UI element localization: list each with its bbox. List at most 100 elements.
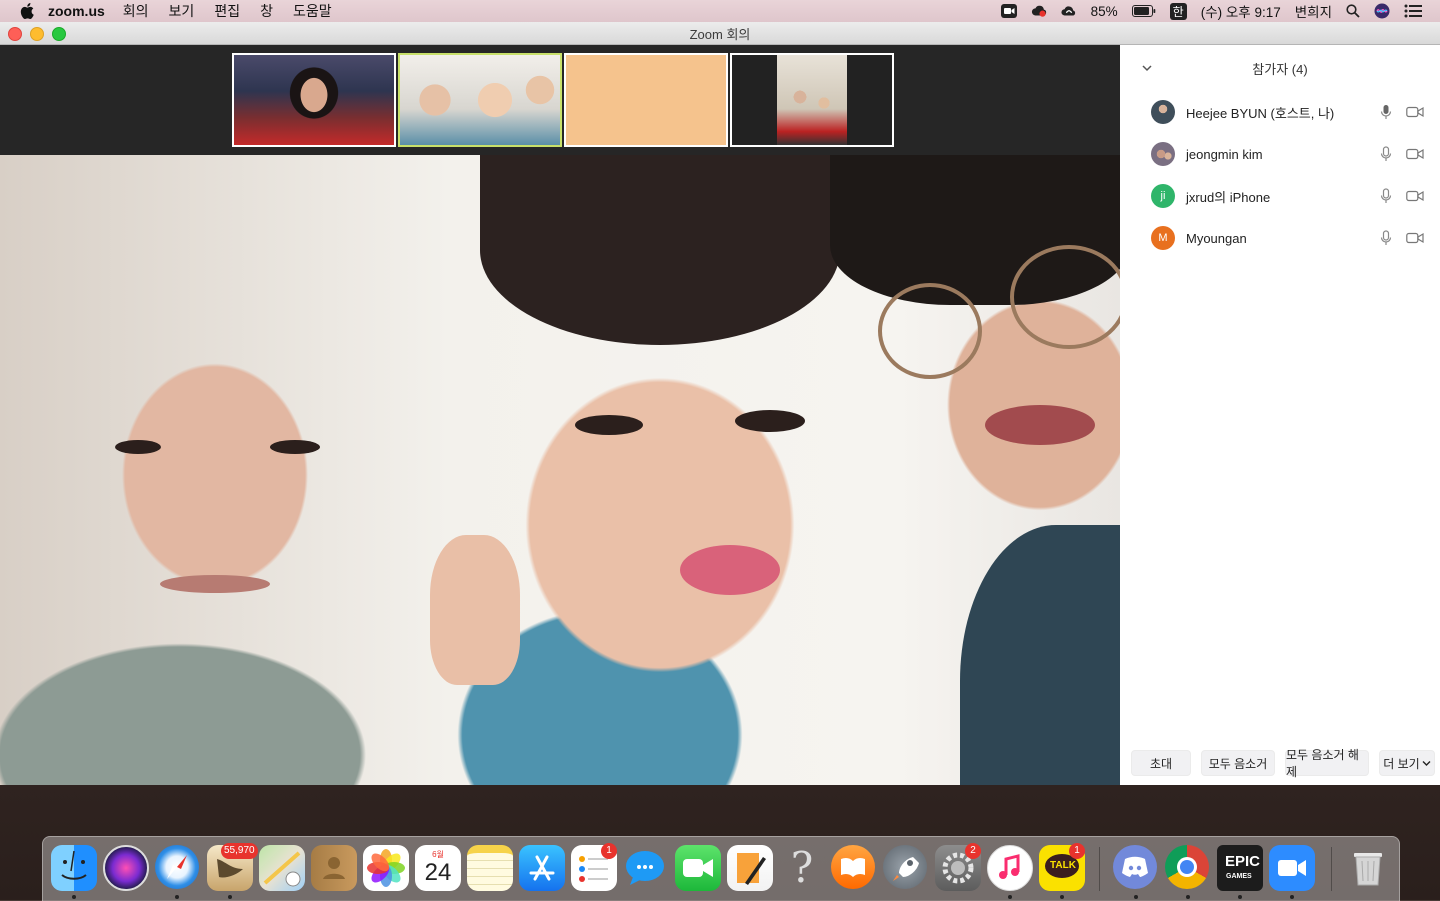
running-indicator <box>175 895 179 899</box>
help-icon[interactable]: ? <box>779 845 825 891</box>
menu-view[interactable]: 보기 <box>169 1 195 21</box>
participant-name: jeongmin kim <box>1186 146 1263 162</box>
participant-avatar <box>1151 100 1175 124</box>
participant-thumbnail-video[interactable] <box>730 53 894 147</box>
epic-label: EPIC <box>1225 853 1261 870</box>
close-window-button[interactable] <box>8 27 22 41</box>
zoom-icon[interactable] <box>1269 845 1315 891</box>
zoom-meeting-window: Zoom 회의 참가자 (4) Heejee BYUN (호스트, 나) jeo… <box>0 22 1440 785</box>
participant-thumbnail-video[interactable] <box>564 53 728 147</box>
menu-edit[interactable]: 편집 <box>214 1 240 21</box>
invite-button[interactable]: 초대 <box>1131 750 1191 776</box>
menu-app-name[interactable]: zoom.us <box>48 3 105 19</box>
participant-avatar: ji <box>1151 184 1175 208</box>
menu-help[interactable]: 도움말 <box>293 1 332 21</box>
participant-thumbnail-video-active[interactable] <box>398 53 562 147</box>
video-camera-icon[interactable] <box>1406 106 1424 118</box>
menubar-clock[interactable]: (수) 오후 9:17 <box>1201 1 1281 21</box>
video-area <box>0 45 1120 785</box>
microphone-icon[interactable] <box>1380 146 1392 162</box>
participant-row[interactable]: M Myoungan <box>1120 217 1440 259</box>
reminders-badge: 1 <box>601 843 617 859</box>
siri-icon[interactable] <box>1374 3 1390 19</box>
dock-separator <box>1331 847 1332 891</box>
menubar: zoom.us 회의 보기 편집 창 도움말 85% 한 (수) 오후 9:17… <box>0 0 1440 22</box>
microphone-icon[interactable] <box>1380 188 1392 204</box>
participant-avatar <box>1151 142 1175 166</box>
menu-meeting[interactable]: 회의 <box>123 1 149 21</box>
pages-icon[interactable] <box>727 845 773 891</box>
participant-name: Heejee BYUN (호스트, 나) <box>1186 105 1335 121</box>
finder-icon[interactable] <box>51 845 97 891</box>
video-feature <box>985 405 1095 445</box>
chevron-down-icon <box>1422 760 1431 766</box>
menu-window[interactable]: 창 <box>260 1 273 21</box>
running-indicator <box>1060 895 1064 899</box>
video-camera-icon[interactable] <box>1406 190 1424 202</box>
siri-icon[interactable] <box>103 845 149 891</box>
photos-icon[interactable] <box>363 845 409 891</box>
kakaotalk-badge: 1 <box>1069 843 1085 859</box>
video-feature <box>160 575 270 593</box>
mail-badge: 55,970 <box>221 843 258 859</box>
microphone-icon[interactable] <box>1380 230 1392 246</box>
music-icon[interactable] <box>987 845 1033 891</box>
participant-thumbnail-video[interactable] <box>232 53 396 147</box>
video-feature <box>270 440 320 454</box>
messages-icon[interactable] <box>623 845 669 891</box>
video-camera-icon[interactable] <box>1406 232 1424 244</box>
calendar-icon[interactable]: 6월 24 <box>415 845 461 891</box>
safari-icon[interactable] <box>155 845 199 889</box>
fullscreen-window-button[interactable] <box>52 27 66 41</box>
more-options-button[interactable]: 더 보기 <box>1379 750 1435 776</box>
minimize-window-button[interactable] <box>30 27 44 41</box>
input-method-indicator[interactable]: 한 <box>1169 2 1187 20</box>
discord-icon[interactable] <box>1113 845 1157 889</box>
window-titlebar[interactable]: Zoom 회의 <box>0 22 1440 45</box>
zoom-status-icon[interactable] <box>1000 4 1017 18</box>
chrome-icon[interactable] <box>1165 845 1209 889</box>
contacts-icon[interactable] <box>311 845 357 891</box>
participant-name: jxrud의 iPhone <box>1186 189 1271 205</box>
notes-icon[interactable] <box>467 845 513 891</box>
menubar-user[interactable]: 변희지 <box>1295 1 1332 21</box>
participant-row[interactable]: Heejee BYUN (호스트, 나) <box>1120 91 1440 133</box>
video-feature <box>575 415 643 435</box>
system-preferences-badge: 2 <box>965 843 981 859</box>
maps-icon[interactable] <box>259 845 305 891</box>
notification-center-icon[interactable] <box>1404 4 1422 18</box>
epic-games-icon[interactable]: EPIC GAMES <box>1217 845 1263 891</box>
battery-percent: 85% <box>1090 3 1118 19</box>
video-feature <box>878 283 982 379</box>
avatar-initials: ji <box>1160 190 1166 202</box>
participant-row[interactable]: jeongmin kim <box>1120 133 1440 175</box>
video-feature <box>680 545 780 595</box>
running-indicator <box>1238 895 1242 899</box>
running-indicator <box>1186 895 1190 899</box>
battery-icon[interactable] <box>1131 5 1156 17</box>
participant-avatar: M <box>1151 226 1175 250</box>
video-feature <box>430 535 520 685</box>
app-store-icon[interactable] <box>519 845 565 891</box>
unmute-all-button[interactable]: 모두 음소거 해제 <box>1285 748 1369 779</box>
facetime-icon[interactable] <box>675 845 721 891</box>
apple-icon[interactable] <box>20 3 34 19</box>
collapse-panel-chevron-icon[interactable] <box>1142 63 1152 73</box>
epic-sub-label: GAMES <box>1226 873 1252 880</box>
participant-row[interactable]: ji jxrud의 iPhone <box>1120 175 1440 217</box>
participants-header: 참가자 (4) <box>1252 61 1308 77</box>
books-icon[interactable] <box>831 845 875 889</box>
video-feature <box>480 155 840 345</box>
spotlight-search-icon[interactable] <box>1346 4 1360 18</box>
video-feature <box>1010 245 1120 349</box>
window-title: Zoom 회의 <box>689 26 751 42</box>
running-indicator <box>1008 895 1012 899</box>
trash-icon[interactable] <box>1345 845 1391 891</box>
cloud-sync-icon[interactable] <box>1061 4 1077 18</box>
microphone-icon[interactable] <box>1380 104 1392 120</box>
video-camera-icon[interactable] <box>1406 148 1424 160</box>
active-speaker-video[interactable] <box>0 155 1120 785</box>
creative-cloud-icon[interactable] <box>1031 4 1047 18</box>
launchpad-icon[interactable] <box>883 845 927 889</box>
mute-all-button[interactable]: 모두 음소거 <box>1201 750 1275 776</box>
